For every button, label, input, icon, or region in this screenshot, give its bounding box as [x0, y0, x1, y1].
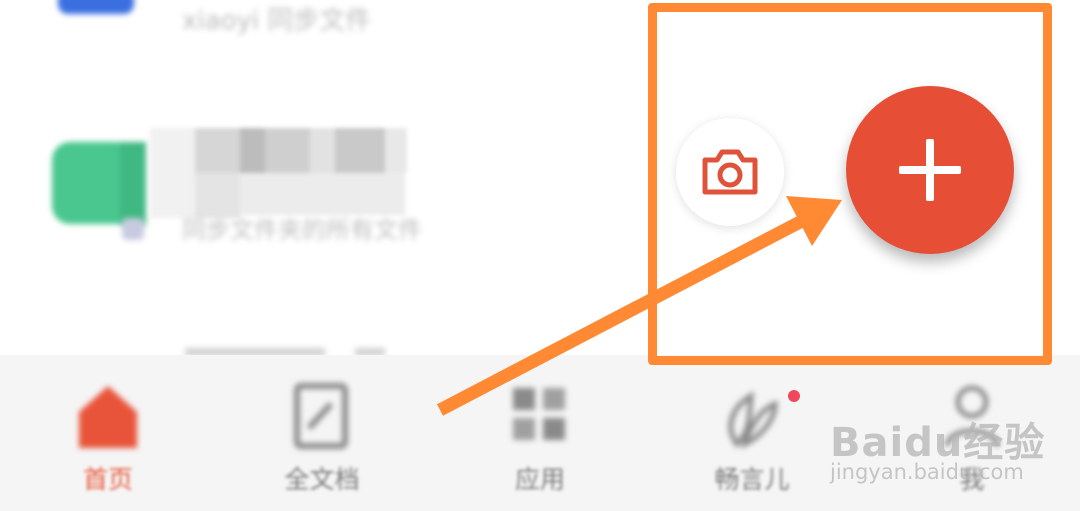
watermark-url: jingyan.baidu.com: [830, 460, 1024, 484]
watermark: Baidu经验 jingyan.baidu.com: [830, 410, 1070, 490]
